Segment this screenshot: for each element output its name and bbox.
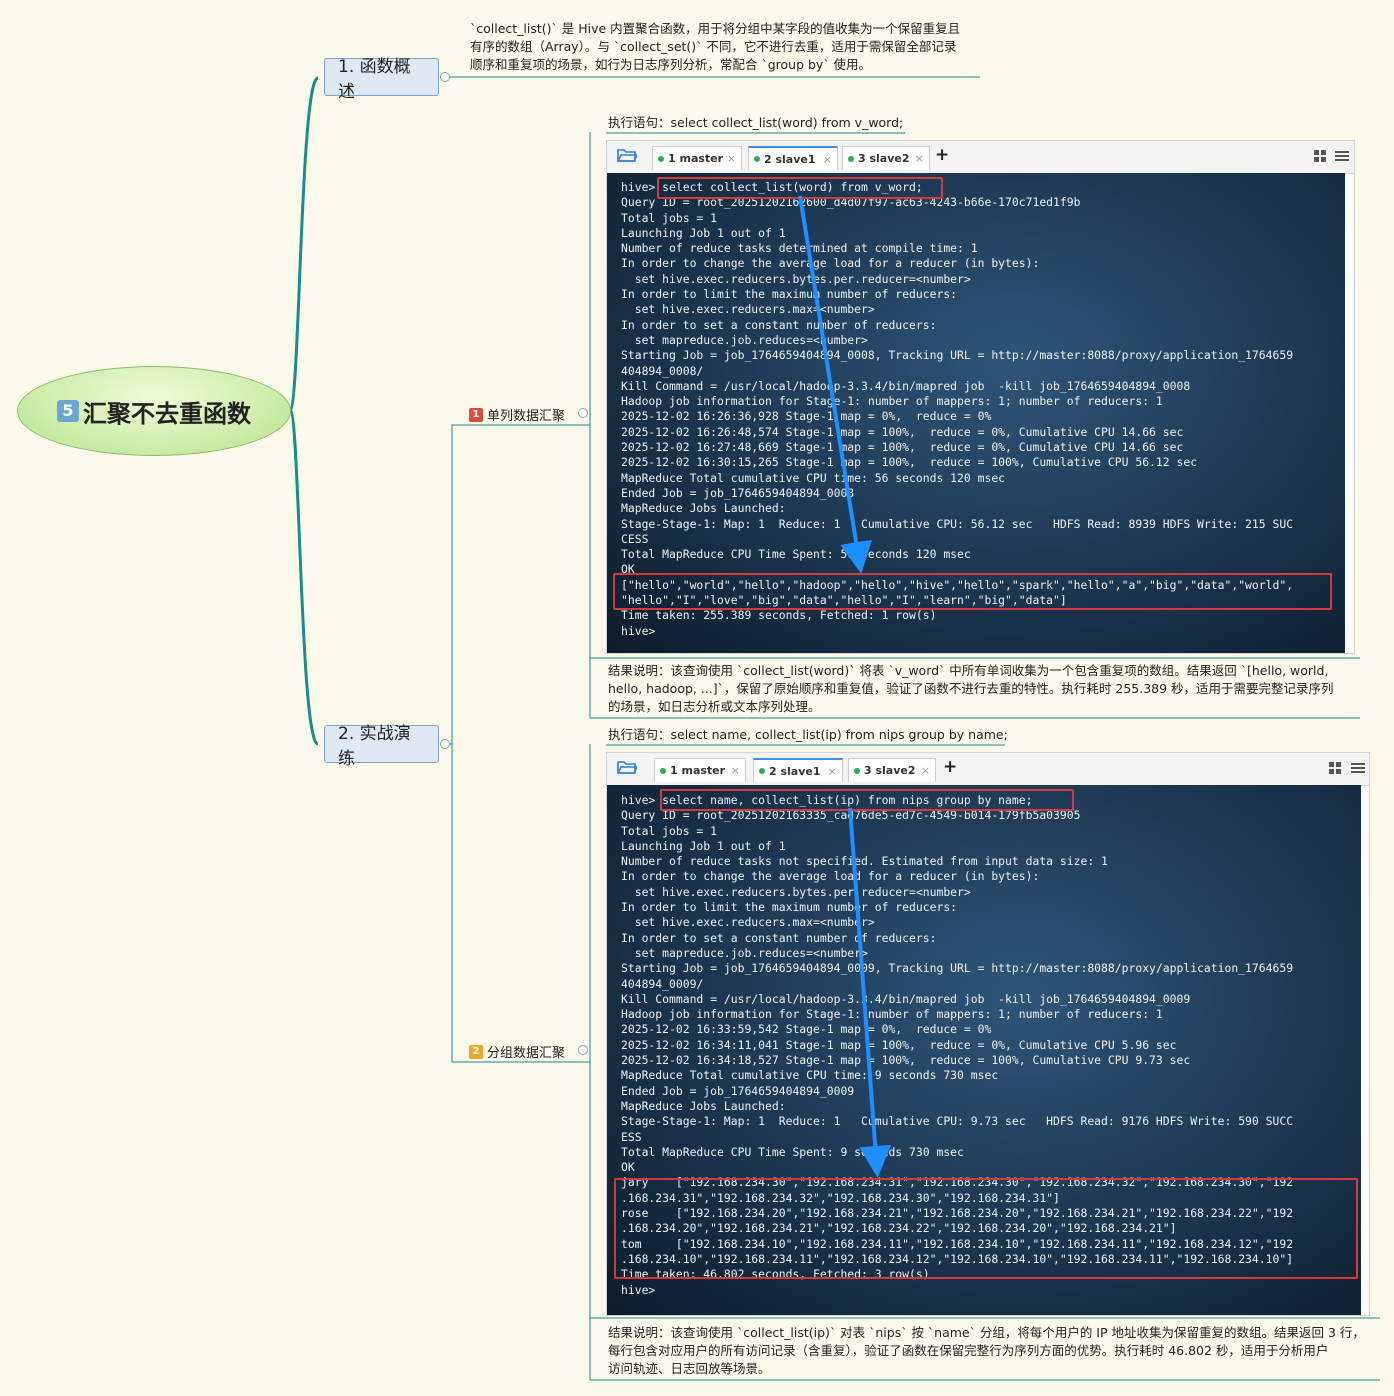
annotation-arrows — [798, 195, 892, 1178]
arrow-icon — [798, 195, 872, 574]
arrow-icon — [848, 807, 892, 1178]
